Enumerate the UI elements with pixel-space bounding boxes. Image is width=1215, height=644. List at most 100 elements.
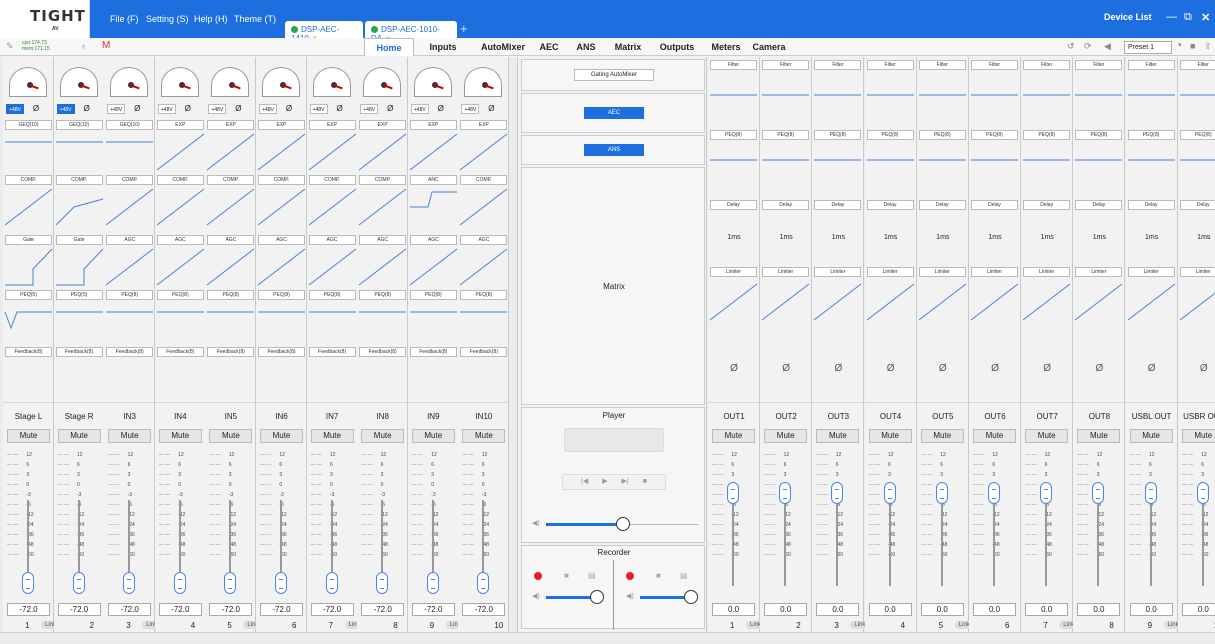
fader-knob[interactable]: [123, 572, 136, 594]
geq-block[interactable]: EXP: [156, 120, 204, 130]
play-icon[interactable]: ▶: [602, 478, 607, 485]
gain-value-field[interactable]: 0.0: [816, 603, 860, 616]
dynamics-block[interactable]: Gate: [5, 235, 52, 245]
menu-setting[interactable]: Setting (S): [146, 14, 189, 24]
comp-curve[interactable]: [256, 187, 307, 227]
limiter-curve[interactable]: [1178, 282, 1215, 322]
filter-block[interactable]: Filter: [1127, 60, 1175, 70]
feedback-block[interactable]: Feedback(8): [308, 347, 356, 357]
tab-ans[interactable]: ANS: [568, 38, 604, 56]
phase-invert-button[interactable]: Ø: [708, 363, 760, 374]
geq-block[interactable]: GEQ(10): [55, 120, 103, 130]
mute-button[interactable]: Mute: [108, 429, 152, 443]
delay-block[interactable]: Delay: [971, 200, 1018, 210]
mute-button[interactable]: Mute: [920, 429, 964, 443]
stop-icon[interactable]: ■: [656, 571, 661, 580]
channel-name[interactable]: Stage L: [3, 412, 54, 421]
limiter-block[interactable]: Limiter: [1075, 267, 1123, 277]
feedback-block[interactable]: Feedback(8): [409, 347, 457, 357]
gain-value-field[interactable]: 0.0: [1025, 603, 1069, 616]
limiter-curve[interactable]: [708, 282, 759, 322]
mute-button[interactable]: Mute: [1025, 429, 1069, 443]
gain-gauge[interactable]: [312, 67, 351, 97]
geq-block[interactable]: EXP: [207, 120, 255, 130]
dyn-curve[interactable]: [307, 247, 358, 287]
peq-block[interactable]: PEQ(8): [156, 290, 204, 300]
peq-block[interactable]: PEQ(8): [1127, 130, 1175, 140]
mute-button[interactable]: Mute: [764, 429, 808, 443]
filter-block[interactable]: Filter: [1179, 60, 1215, 70]
limiter-block[interactable]: Limiter: [762, 267, 810, 277]
file-icon[interactable]: ▤: [680, 571, 688, 580]
gain-value-field[interactable]: 0.0: [712, 603, 755, 616]
comp-curve[interactable]: [155, 187, 206, 227]
dynamics-block[interactable]: AGC: [207, 235, 255, 245]
restore-icon[interactable]: ⧉: [1184, 11, 1192, 24]
filter-curve[interactable]: [1073, 75, 1124, 115]
feedback-block[interactable]: Feedback(8): [156, 347, 204, 357]
limiter-block[interactable]: Limiter: [1127, 267, 1175, 277]
channel-name[interactable]: IN5: [205, 412, 256, 421]
geq-block[interactable]: GEQ(10): [5, 120, 52, 130]
filter-curve[interactable]: [917, 75, 968, 115]
recorder-volume-slider[interactable]: [684, 590, 698, 604]
tab-device-2[interactable]: DSP-AEC-1010-DAx: [365, 21, 457, 43]
fader-knob[interactable]: [1092, 482, 1105, 504]
dyn-curve[interactable]: [3, 247, 54, 287]
filter-block[interactable]: Filter: [762, 60, 810, 70]
dyn-curve[interactable]: [104, 247, 155, 287]
peq-curve[interactable]: [155, 302, 206, 342]
limiter-block[interactable]: Limiter: [918, 267, 966, 277]
phase-invert-button[interactable]: Ø: [80, 104, 94, 114]
feedback-block[interactable]: Feedback(8): [106, 347, 154, 357]
filter-curve[interactable]: [812, 75, 863, 115]
mute-button[interactable]: Mute: [868, 429, 912, 443]
gating-automixer-button[interactable]: Gating AutoMixer: [574, 69, 654, 81]
eq-curve[interactable]: [54, 132, 105, 172]
peq-curve[interactable]: [760, 142, 811, 182]
peq-block[interactable]: PEQ(5): [5, 290, 52, 300]
peq-block[interactable]: PEQ(8): [866, 130, 914, 140]
eq-curve[interactable]: [256, 132, 307, 172]
delay-block[interactable]: Delay: [866, 200, 914, 210]
phantom-48v-button[interactable]: +48V: [157, 104, 176, 114]
phantom-48v-button[interactable]: +48V: [461, 104, 480, 114]
mute-button[interactable]: Mute: [361, 429, 405, 443]
peq-block[interactable]: PEQ(8): [308, 290, 356, 300]
comp-block[interactable]: COMP.: [460, 175, 508, 185]
channel-name[interactable]: OUT1: [708, 412, 760, 421]
peq-curve[interactable]: [104, 302, 155, 342]
peq-curve[interactable]: [408, 302, 459, 342]
phase-invert-button[interactable]: Ø: [282, 104, 296, 114]
menu-file[interactable]: File (F): [110, 14, 139, 24]
peq-block[interactable]: PEQ(8): [207, 290, 255, 300]
gain-gauge[interactable]: [413, 67, 452, 97]
phase-invert-button[interactable]: Ø: [1021, 363, 1073, 374]
dynamics-block[interactable]: Gate: [55, 235, 103, 245]
peq-block[interactable]: PEQ(8): [460, 290, 508, 300]
tab-automixer[interactable]: AutoMixer: [474, 38, 532, 56]
mute-button[interactable]: Mute: [1077, 429, 1121, 443]
limiter-curve[interactable]: [812, 282, 863, 322]
limiter-curve[interactable]: [1021, 282, 1072, 322]
peq-curve[interactable]: [708, 142, 759, 182]
peq-curve[interactable]: [205, 302, 256, 342]
minimize-icon[interactable]: —: [1166, 11, 1177, 23]
gain-value-field[interactable]: -72.0: [260, 603, 303, 616]
gain-value-field[interactable]: -72.0: [462, 603, 506, 616]
peq-curve[interactable]: [307, 302, 358, 342]
dynamics-block[interactable]: AGC: [106, 235, 154, 245]
delay-block[interactable]: Delay: [1179, 200, 1215, 210]
matrix-panel[interactable]: Matrix: [521, 167, 705, 405]
filter-block[interactable]: Filter: [1075, 60, 1123, 70]
dropdown-icon[interactable]: ▾: [1178, 41, 1182, 49]
feedback-block[interactable]: Feedback(8): [5, 347, 52, 357]
gain-gauge[interactable]: [211, 67, 250, 97]
gain-value-field[interactable]: 0.0: [868, 603, 912, 616]
channel-name[interactable]: IN9: [408, 412, 459, 421]
gain-value-field[interactable]: 0.0: [973, 603, 1016, 616]
dyn-curve[interactable]: [155, 247, 206, 287]
phase-invert-button[interactable]: Ø: [383, 104, 397, 114]
peq-curve[interactable]: [1126, 142, 1177, 182]
phase-invert-button[interactable]: Ø: [760, 363, 812, 374]
